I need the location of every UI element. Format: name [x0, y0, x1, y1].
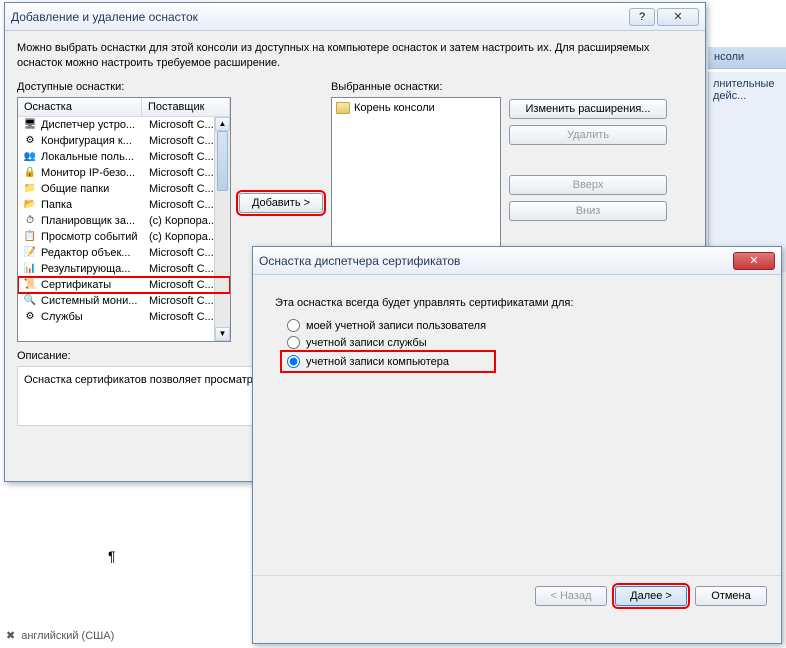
radio-label-computer: учетной записи компьютера [306, 356, 449, 368]
move-up-button[interactable]: Вверх [509, 175, 667, 195]
snapin-icon: 📂 [22, 198, 38, 212]
snapin-name: Редактор объек... [41, 247, 149, 259]
move-down-button[interactable]: Вниз [509, 201, 667, 221]
snapin-row[interactable]: ⏱Планировщик за...(с) Корпора... [18, 213, 230, 229]
available-snapins-list[interactable]: Оснастка Поставщик 🖥Диспетчер устро...Mi… [17, 97, 231, 342]
scroll-thumb[interactable] [217, 131, 228, 191]
snapin-row[interactable]: ⚙СлужбыMicrosoft C... [18, 309, 230, 325]
certificates-snapin-wizard: Оснастка диспетчера сертификатов ✕ Эта о… [252, 246, 782, 644]
snapin-icon: 📋 [22, 230, 38, 244]
status-lang-label: английский (США) [21, 630, 114, 642]
snapin-name: Монитор IP-безо... [41, 167, 149, 179]
snapin-row[interactable]: 👥Локальные поль...Microsoft C... [18, 149, 230, 165]
snapin-name: Папка [41, 199, 149, 211]
tree-root-label: Корень консоли [354, 102, 435, 114]
col-vendor[interactable]: Поставщик [142, 98, 230, 116]
cancel-button[interactable]: Отмена [695, 586, 767, 606]
snapin-name: Диспетчер устро... [41, 119, 149, 131]
snapin-icon: ⚙ [22, 310, 38, 324]
snapin-row[interactable]: 📊Результирующа...Microsoft C... [18, 261, 230, 277]
selected-snapins-label: Выбранные оснастки: [331, 81, 501, 93]
status-bar: ✖ английский (США) [6, 629, 114, 642]
next-button[interactable]: Далее > [615, 586, 687, 606]
console-sidebar-action: лнительные дейс... [708, 72, 786, 272]
snapin-row[interactable]: ⚙Конфигурация к...Microsoft C... [18, 133, 230, 149]
available-snapins-label: Доступные оснастки: [17, 81, 231, 93]
snapin-row[interactable]: 📁Общие папкиMicrosoft C... [18, 181, 230, 197]
close-icon[interactable]: ✕ [657, 8, 699, 26]
snapin-icon: 🔍 [22, 294, 38, 308]
lang-icon: ✖ [6, 629, 15, 642]
radio-label-service: учетной записи службы [306, 337, 427, 349]
snapin-row[interactable]: 🖥Диспетчер устро...Microsoft C... [18, 117, 230, 133]
snapin-icon: 🖥 [22, 118, 38, 132]
snapin-name: Результирующа... [41, 263, 149, 275]
snapin-row[interactable]: 📜СертификатыMicrosoft C... [18, 277, 230, 293]
snapin-icon: ⚙ [22, 134, 38, 148]
edit-extensions-button[interactable]: Изменить расширения... [509, 99, 667, 119]
snapin-icon: ⏱ [22, 214, 38, 228]
scroll-down-icon[interactable]: ▼ [215, 327, 230, 341]
dialog2-title: Оснастка диспетчера сертификатов [259, 254, 733, 268]
snapin-icon: 👥 [22, 150, 38, 164]
scrollbar[interactable]: ▲ ▼ [214, 117, 230, 341]
snapin-icon: 📁 [22, 182, 38, 196]
snapin-name: Сертификаты [41, 279, 149, 291]
dialog1-title: Добавление и удаление оснасток [11, 10, 629, 24]
console-sidebar-header: нсоли [708, 47, 786, 69]
tree-root-item[interactable]: Корень консоли [336, 102, 496, 114]
pilcrow-mark: ¶ [108, 548, 116, 564]
snapin-row[interactable]: 📝Редактор объек...Microsoft C... [18, 245, 230, 261]
col-snapin[interactable]: Оснастка [18, 98, 142, 116]
snapin-row[interactable]: 📋Просмотр событий(с) Корпора... [18, 229, 230, 245]
snapin-row[interactable]: 🔍Системный мони...Microsoft C... [18, 293, 230, 309]
radio-computer-account[interactable]: учетной записи компьютера [283, 353, 493, 370]
snapin-icon: 🔒 [22, 166, 38, 180]
snapin-name: Локальные поль... [41, 151, 149, 163]
snapin-icon: 📊 [22, 262, 38, 276]
dialog2-titlebar[interactable]: Оснастка диспетчера сертификатов ✕ [253, 247, 781, 275]
snapin-row[interactable]: 🔒Монитор IP-безо...Microsoft C... [18, 165, 230, 181]
dialog1-description: Можно выбрать оснастки для этой консоли … [17, 41, 693, 71]
radio-label-user: моей учетной записи пользователя [306, 320, 486, 332]
snapin-name: Конфигурация к... [41, 135, 149, 147]
radio-service-account[interactable]: учетной записи службы [287, 336, 759, 349]
snapin-name: Системный мони... [41, 295, 149, 307]
dialog1-titlebar[interactable]: Добавление и удаление оснасток ? ✕ [5, 3, 705, 31]
snapin-name: Планировщик за... [41, 215, 149, 227]
snapin-name: Службы [41, 311, 149, 323]
snapin-vendor: Microsoft C... [149, 279, 226, 291]
radio-input-service[interactable] [287, 336, 300, 349]
snapin-name: Общие папки [41, 183, 149, 195]
help-icon[interactable]: ? [629, 8, 655, 26]
back-button[interactable]: < Назад [535, 586, 607, 606]
add-button[interactable]: Добавить > [239, 193, 323, 213]
list-header[interactable]: Оснастка Поставщик [18, 98, 230, 117]
radio-input-user[interactable] [287, 319, 300, 332]
scroll-up-icon[interactable]: ▲ [215, 117, 230, 131]
remove-button[interactable]: Удалить [509, 125, 667, 145]
radio-my-user-account[interactable]: моей учетной записи пользователя [287, 319, 759, 332]
folder-icon [336, 102, 350, 114]
snapin-row[interactable]: 📂ПапкаMicrosoft C... [18, 197, 230, 213]
snapin-icon: 📜 [22, 278, 38, 292]
snapin-icon: 📝 [22, 246, 38, 260]
radio-input-computer[interactable] [287, 355, 300, 368]
close-icon[interactable]: ✕ [733, 252, 775, 270]
snapin-name: Просмотр событий [41, 231, 149, 243]
wizard-prompt: Эта оснастка всегда будет управлять серт… [275, 297, 759, 309]
